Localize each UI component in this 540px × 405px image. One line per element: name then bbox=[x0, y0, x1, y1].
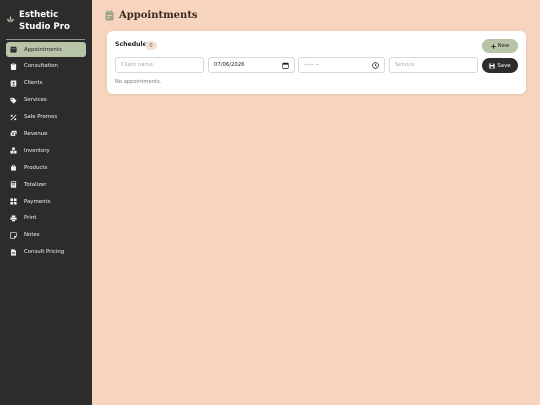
document-icon bbox=[10, 249, 17, 256]
sidebar-item-notes[interactable]: Notes bbox=[6, 228, 86, 243]
clock-icon[interactable] bbox=[372, 61, 379, 69]
sidebar-item-label: Consult Pricing bbox=[24, 249, 65, 256]
count-badge: 0 bbox=[145, 41, 157, 50]
date-field[interactable]: 07/06/2026 bbox=[208, 57, 295, 73]
sidebar-item-label: Sale Promos bbox=[24, 114, 58, 121]
client-name-input[interactable] bbox=[121, 62, 198, 68]
sidebar-item-payments[interactable]: Payments bbox=[6, 194, 86, 209]
save-button[interactable]: Save bbox=[482, 58, 518, 73]
sidebar-item-label: Notes bbox=[24, 232, 40, 239]
boxes-icon bbox=[10, 147, 17, 154]
time-field[interactable]: --:-- -- bbox=[298, 57, 385, 73]
sidebar-nav: Appointments Consultation Clients Servic… bbox=[6, 42, 86, 262]
sidebar-item-label: Services bbox=[24, 97, 47, 104]
lotus-icon bbox=[6, 15, 15, 23]
page-header: Appointments bbox=[105, 10, 198, 21]
sidebar-item-inventory[interactable]: Inventory bbox=[6, 143, 86, 158]
date-value: 07/06/2026 bbox=[214, 62, 245, 68]
sidebar-item-appointments[interactable]: Appointments bbox=[6, 42, 86, 57]
sidebar-item-label: Consultation bbox=[24, 63, 58, 70]
page-title: Appointments bbox=[119, 10, 198, 21]
sidebar-item-label: Products bbox=[24, 164, 48, 171]
empty-state-message: No appointments. bbox=[115, 79, 162, 85]
service-field bbox=[389, 57, 478, 73]
calendar-icon[interactable] bbox=[282, 61, 289, 69]
sidebar-item-label: Print bbox=[24, 215, 37, 222]
sidebar-item-label: Clients bbox=[24, 80, 43, 87]
save-icon bbox=[489, 62, 495, 69]
service-input[interactable] bbox=[395, 62, 472, 68]
bag-icon bbox=[10, 164, 17, 171]
sidebar-item-clients[interactable]: Clients bbox=[6, 76, 86, 91]
sidebar: Esthetic Studio Pro Appointments Consult… bbox=[0, 0, 92, 405]
calendar-icon bbox=[105, 10, 114, 21]
contact-icon bbox=[10, 80, 17, 87]
printer-icon bbox=[10, 215, 17, 222]
calendar-icon bbox=[10, 46, 17, 53]
brand: Esthetic Studio Pro bbox=[6, 9, 88, 33]
sidebar-item-label: Revenue bbox=[24, 130, 48, 137]
schedule-card: Schedule 0 New 07/06/2026 --:-- -- Save … bbox=[107, 31, 526, 94]
tag-icon bbox=[10, 97, 17, 104]
sidebar-item-label: Payments bbox=[24, 198, 51, 205]
sidebar-item-sale-promos[interactable]: Sale Promos bbox=[6, 110, 86, 125]
clipboard-icon bbox=[10, 62, 17, 70]
sidebar-item-revenue[interactable]: Revenue bbox=[6, 126, 86, 141]
schedule-heading: Schedule bbox=[115, 41, 147, 48]
money-icon bbox=[10, 130, 17, 137]
grid-icon bbox=[10, 198, 17, 205]
client-name-field bbox=[115, 57, 204, 73]
save-button-label: Save bbox=[497, 62, 511, 69]
new-button-label: New bbox=[497, 43, 510, 49]
plus-icon bbox=[491, 43, 496, 49]
time-value: --:-- -- bbox=[304, 62, 319, 68]
sidebar-item-services[interactable]: Services bbox=[6, 93, 86, 108]
new-appointment-button[interactable]: New bbox=[482, 39, 518, 53]
brand-divider bbox=[6, 39, 85, 40]
sidebar-item-products[interactable]: Products bbox=[6, 160, 86, 175]
sidebar-item-label: Inventory bbox=[24, 147, 50, 154]
sidebar-item-consultation[interactable]: Consultation bbox=[6, 59, 86, 74]
sidebar-item-label: Appointments bbox=[24, 46, 62, 53]
percent-icon bbox=[10, 114, 17, 121]
sidebar-item-consult-pricing[interactable]: Consult Pricing bbox=[6, 245, 86, 260]
brand-name: Esthetic Studio Pro bbox=[19, 10, 70, 32]
note-icon bbox=[10, 232, 17, 239]
calculator-icon bbox=[10, 181, 17, 188]
sidebar-item-totalizer[interactable]: Totalizer bbox=[6, 177, 86, 192]
sidebar-item-print[interactable]: Print bbox=[6, 211, 86, 226]
sidebar-item-label: Totalizer bbox=[24, 181, 47, 188]
